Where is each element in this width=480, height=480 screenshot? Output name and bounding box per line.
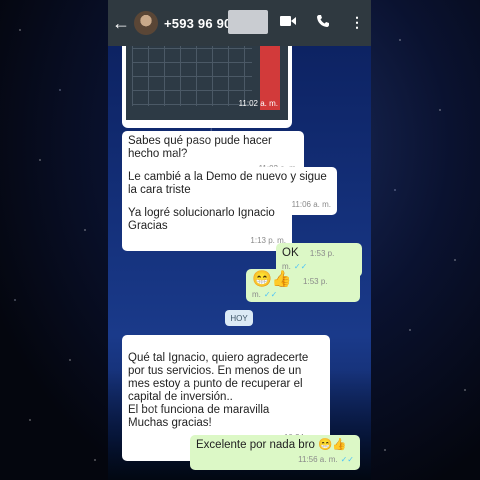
chat-window: 11:02 a. m. ← +593 96 905 ⋮ Sabes qué pa… bbox=[108, 0, 371, 480]
message-incoming[interactable]: Ya logré solucionarlo Ignacio Gracias 1:… bbox=[122, 203, 292, 251]
message-time: 1:13 p. m. bbox=[250, 236, 286, 245]
video-camera-icon[interactable] bbox=[280, 14, 296, 30]
message-text: Qué tal Ignacio, quiero agradecerte por … bbox=[128, 352, 309, 429]
chat-header: ← +593 96 905 ⋮ bbox=[108, 0, 371, 46]
emoji-message: 😁👍 bbox=[252, 271, 292, 288]
more-vertical-icon[interactable]: ⋮ bbox=[350, 14, 364, 31]
message-text: Le cambié a la Demo de nuevo y sigue la … bbox=[128, 171, 327, 196]
time-value: 11:56 a. m. bbox=[298, 455, 338, 464]
message-text: Excelente por nada bro 😁👍 bbox=[196, 439, 347, 451]
redaction-box bbox=[228, 10, 268, 34]
message-text: Sabes qué paso pude hacer hecho mal? bbox=[128, 135, 272, 160]
message-text: OK bbox=[282, 247, 299, 259]
message-outgoing[interactable]: Excelente por nada bro 😁👍 11:56 a. m. ✓✓ bbox=[190, 435, 360, 470]
arrow-left-icon[interactable]: ← bbox=[112, 13, 134, 34]
message-text: Ya logré solucionarlo Ignacio Gracias bbox=[128, 207, 275, 232]
message-time: 11:02 a. m. bbox=[238, 99, 278, 108]
avatar[interactable] bbox=[134, 11, 158, 35]
message-outgoing[interactable]: 😁👍 1:53 p. m. ✓✓ bbox=[246, 269, 360, 302]
phone-icon[interactable] bbox=[316, 14, 330, 31]
message-time: 11:56 a. m. ✓✓ bbox=[196, 453, 354, 466]
double-check-icon: ✓✓ bbox=[263, 290, 278, 299]
date-separator: HOY bbox=[225, 310, 253, 326]
double-check-icon: ✓✓ bbox=[340, 455, 354, 464]
